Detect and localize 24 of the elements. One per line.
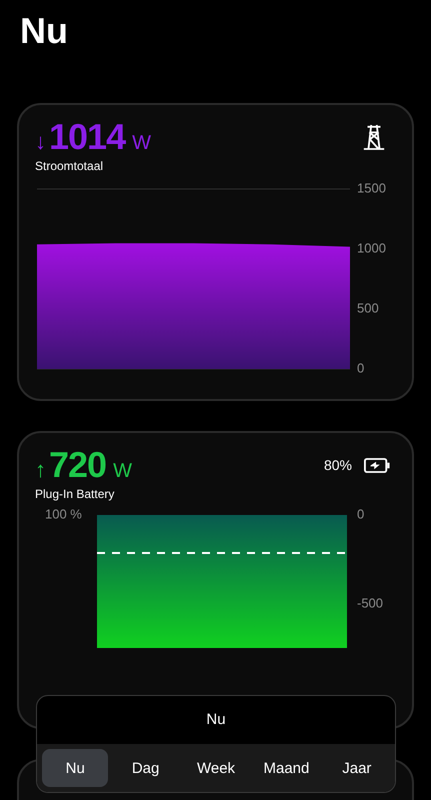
arrow-icon: ↓ (35, 129, 46, 155)
card-label: Stroomtotaal (35, 159, 104, 175)
axis-tick: 1000 (357, 240, 386, 256)
unit-label: W (113, 460, 132, 483)
charge-percent: 80% (324, 457, 352, 473)
pylon-icon (362, 123, 386, 151)
period-tab[interactable]: Week (182, 749, 250, 787)
period-tab[interactable]: Jaar (324, 749, 390, 787)
axis-tick: 0 (357, 506, 364, 522)
arrow-icon: ↑ (35, 457, 46, 483)
axis-tick: 500 (357, 300, 379, 316)
period-tab[interactable]: Nu (42, 749, 108, 787)
axis-tick: -500 (357, 595, 384, 610)
axis-tick: 100 % (45, 506, 82, 522)
card-label: Plug-In Battery (35, 487, 116, 503)
picker-title: Nu (205, 710, 227, 730)
period-tab[interactable]: Dag (112, 749, 179, 787)
power-value: 720 (49, 444, 106, 486)
page-title: Nu (19, 9, 69, 53)
power-value: 1014 (49, 116, 126, 158)
axis-tick: 0 (357, 360, 364, 376)
period-tab[interactable]: Maand (253, 749, 320, 787)
axis-tick: 1500 (357, 180, 386, 196)
unit-label: W (132, 132, 151, 155)
